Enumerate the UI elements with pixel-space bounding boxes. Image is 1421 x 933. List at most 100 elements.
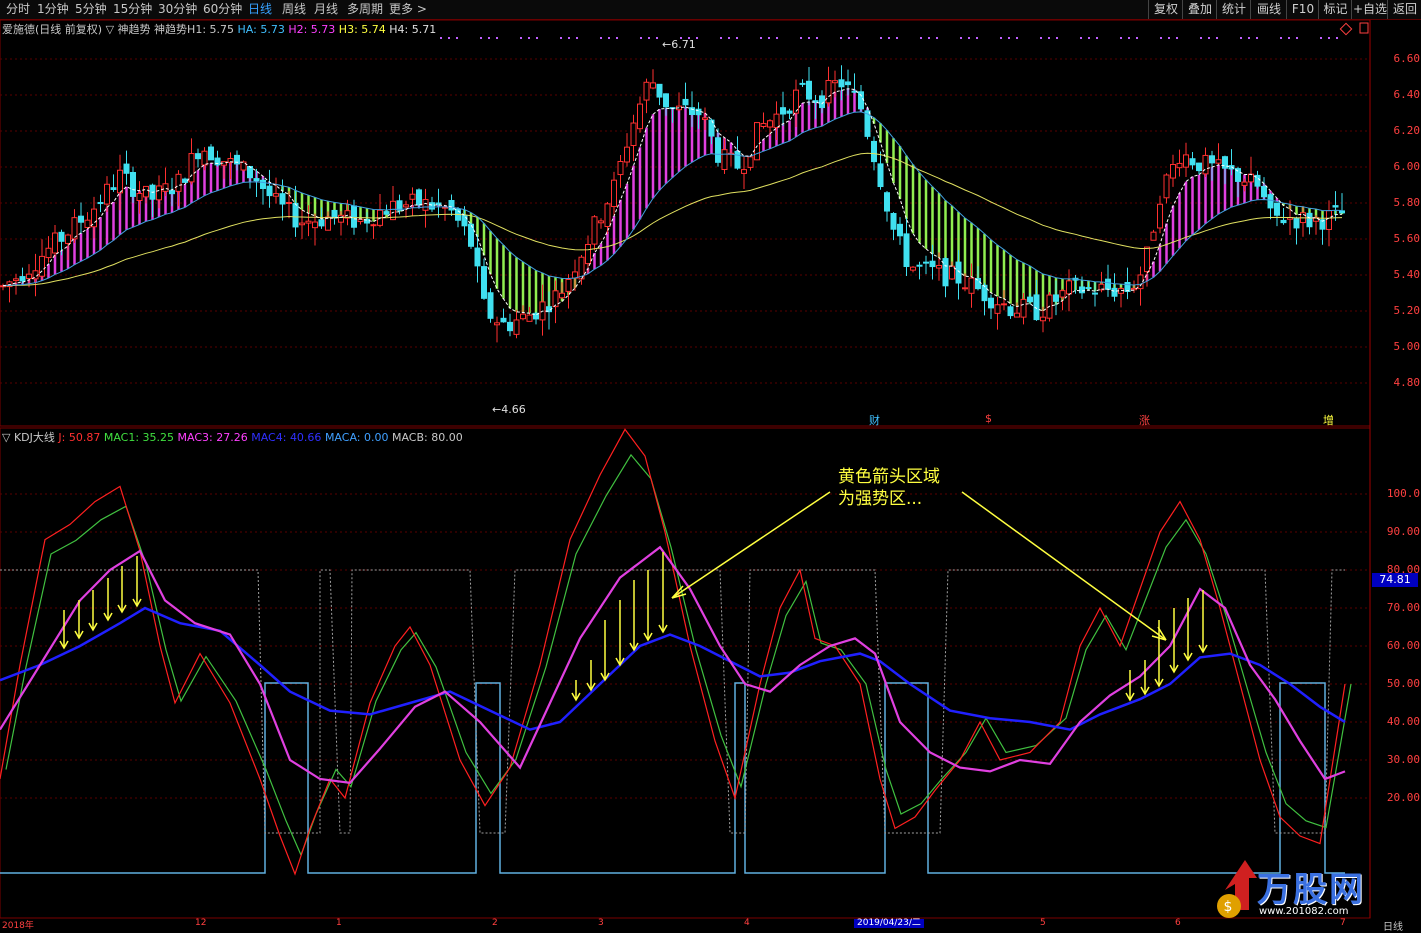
h3-value: H3: 5.74 bbox=[338, 23, 386, 36]
state-step-line bbox=[0, 682, 1345, 874]
signal-dot bbox=[696, 37, 698, 39]
signal-dot bbox=[456, 37, 458, 39]
candle-body bbox=[643, 81, 650, 101]
ha-value: HA: 5.73 bbox=[237, 23, 285, 36]
candle-body bbox=[1111, 287, 1118, 297]
date-label: 12 bbox=[195, 918, 207, 928]
candle-body bbox=[331, 209, 338, 219]
candle-body bbox=[715, 137, 721, 163]
candle-body bbox=[988, 297, 994, 309]
event-mark-dollar[interactable]: $ bbox=[985, 412, 992, 425]
kdj-tick: 100.0 bbox=[1386, 487, 1420, 500]
candle-body bbox=[871, 140, 877, 163]
candle-body bbox=[481, 266, 487, 299]
candle-body bbox=[949, 265, 955, 280]
signal-dot bbox=[1120, 37, 1122, 39]
candle-body bbox=[682, 98, 689, 106]
candle-body bbox=[195, 153, 201, 160]
signal-dot bbox=[1096, 37, 1098, 39]
candle-body bbox=[351, 205, 357, 228]
candle-body bbox=[526, 314, 533, 322]
candle-body bbox=[201, 150, 208, 166]
candle-body bbox=[1027, 296, 1033, 303]
candle-body bbox=[773, 113, 780, 129]
signal-dot bbox=[776, 37, 778, 39]
signal-dot bbox=[1008, 37, 1010, 39]
price-tick: 6.40 bbox=[1393, 88, 1421, 101]
candle-body bbox=[1040, 316, 1046, 322]
signal-dot bbox=[1288, 37, 1290, 39]
candle-body bbox=[702, 117, 708, 120]
candle-body bbox=[1209, 155, 1215, 164]
chart-canvas[interactable] bbox=[0, 0, 1421, 928]
signal-dot bbox=[936, 37, 938, 39]
signal-dot bbox=[888, 37, 890, 39]
watermark-brand: 万股网 bbox=[1257, 870, 1365, 910]
event-mark-rise[interactable]: 涨 bbox=[1139, 412, 1150, 428]
annotation-pointer-right bbox=[961, 491, 1167, 641]
signal-dot bbox=[896, 37, 898, 39]
price-tick: 5.20 bbox=[1393, 304, 1421, 317]
watermark-logo: $ 万股网 www.201082.com bbox=[1205, 850, 1405, 925]
signal-dot bbox=[1280, 37, 1282, 39]
low-price-label: ←4.66 bbox=[492, 403, 526, 416]
candle-body bbox=[890, 213, 897, 230]
mac1-value: MAC1: 35.25 bbox=[103, 431, 175, 444]
candle-body bbox=[1170, 164, 1176, 179]
signal-dot bbox=[1136, 37, 1138, 39]
stock-info: 爱施德(日线 前复权) bbox=[2, 23, 103, 36]
signal-dot bbox=[856, 37, 858, 39]
candle-body bbox=[305, 220, 312, 224]
signal-dot bbox=[800, 37, 802, 39]
signal-dot bbox=[520, 37, 522, 39]
candle-body bbox=[208, 146, 214, 161]
candle-body bbox=[559, 292, 565, 299]
kdj-indicator-name[interactable]: ▽ KDJ大线 bbox=[2, 431, 55, 444]
signal-dot bbox=[576, 37, 578, 39]
signal-dot bbox=[728, 37, 730, 39]
candle-body bbox=[650, 82, 656, 89]
candle-body bbox=[188, 153, 195, 183]
candle-body bbox=[312, 221, 318, 229]
candle-body bbox=[1267, 194, 1274, 209]
candle-body bbox=[1293, 218, 1300, 229]
candle-body bbox=[884, 192, 890, 212]
signal-dot bbox=[536, 37, 538, 39]
price-tick: 6.60 bbox=[1393, 52, 1421, 65]
candle-body bbox=[1189, 158, 1196, 166]
candle-body bbox=[617, 160, 624, 176]
candle-body bbox=[1332, 205, 1339, 208]
indicator-name[interactable]: ▽ 神趋势 神趋势 bbox=[106, 23, 187, 36]
event-mark-increase[interactable]: 增 bbox=[1323, 412, 1334, 428]
price-tick: 4.80 bbox=[1393, 376, 1421, 389]
signal-dot bbox=[1040, 37, 1042, 39]
candle-body bbox=[832, 80, 838, 84]
candle-body bbox=[299, 222, 305, 226]
candle-body bbox=[357, 218, 364, 223]
signal-dot bbox=[1128, 37, 1130, 39]
signal-dot bbox=[440, 37, 442, 39]
signal-dot bbox=[1328, 37, 1330, 39]
signal-dot bbox=[960, 37, 962, 39]
candle-body bbox=[910, 266, 916, 271]
price-tick: 5.40 bbox=[1393, 268, 1421, 281]
date-label: 3 bbox=[598, 918, 604, 928]
signal-dot bbox=[616, 37, 618, 39]
signal-dot bbox=[1320, 37, 1322, 39]
candle-body bbox=[156, 185, 162, 201]
kdj-tick: 40.00 bbox=[1386, 715, 1420, 728]
kdj-tick: 90.00 bbox=[1386, 525, 1420, 538]
candle-body bbox=[1183, 154, 1189, 168]
candle-body bbox=[1248, 173, 1254, 183]
annotation-text: 黄色箭头区域 为强势区... bbox=[838, 467, 940, 509]
date-label: 5 bbox=[1040, 918, 1046, 928]
event-mark-finance[interactable]: 财 bbox=[869, 412, 880, 428]
candle-body bbox=[955, 261, 962, 284]
candle-body bbox=[175, 173, 182, 192]
candle-body bbox=[806, 80, 812, 100]
kdj-tick: 20.00 bbox=[1386, 791, 1420, 804]
candle-body bbox=[370, 224, 377, 227]
candle-body bbox=[923, 261, 929, 264]
candle-body bbox=[975, 277, 981, 290]
price-tick: 6.20 bbox=[1393, 124, 1421, 137]
